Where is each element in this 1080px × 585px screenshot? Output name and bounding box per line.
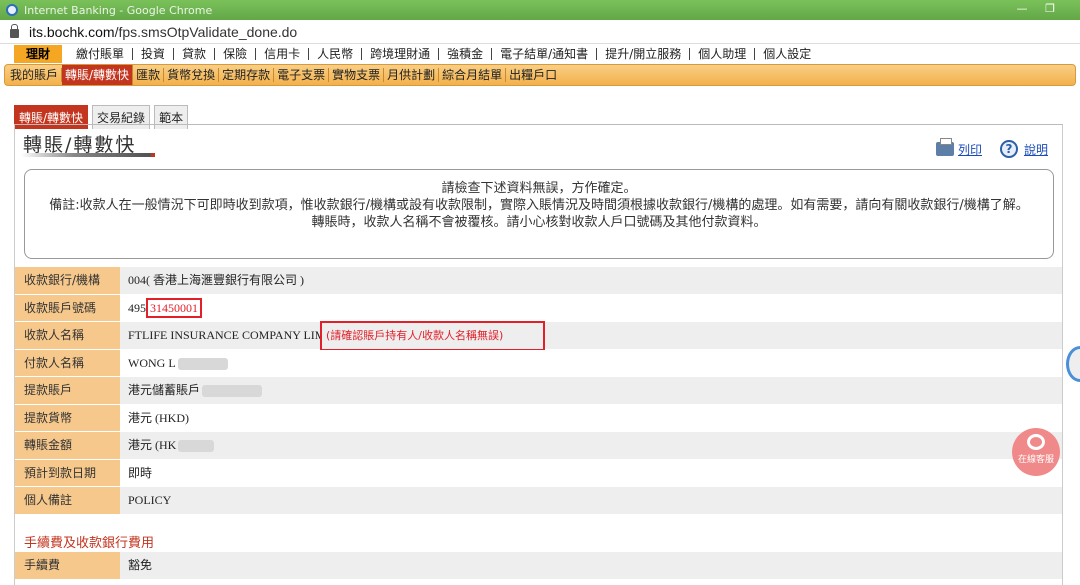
row-label: 提款貨幣 xyxy=(15,404,120,431)
main-menu-item[interactable]: 人民幣 xyxy=(308,48,361,60)
main-menu-item[interactable]: 電子結單/通知書 xyxy=(491,48,596,60)
row-value: POLICY xyxy=(120,487,1062,514)
row-label: 預計到款日期 xyxy=(15,459,120,486)
url-text[interactable]: its.bochk.com/fps.smsOtpValidate_done.do xyxy=(29,24,297,40)
row-label: 收款賬戶號碼 xyxy=(15,294,120,321)
table-row: 轉賬金額 港元 (HK xyxy=(15,432,1062,460)
restore-icon[interactable]: ❐ xyxy=(1042,2,1058,16)
table-row: 收款銀行/機構 004( 香港上海滙豐銀行有限公司 ) xyxy=(15,267,1062,295)
main-menu-item[interactable]: 貸款 xyxy=(173,48,214,60)
sub-menu-item[interactable]: 綜合月結單 xyxy=(439,68,507,82)
sub-menu-item[interactable]: 電子支票 xyxy=(274,68,330,82)
row-label: 收款人名稱 xyxy=(15,322,120,349)
fees-table: 手續費 豁免 xyxy=(15,552,1062,580)
table-row: 提款貨幣 港元 (HKD) xyxy=(15,404,1062,432)
redacted-block xyxy=(202,385,263,398)
floating-scroll-button[interactable] xyxy=(1066,346,1080,382)
sub-menu-item[interactable]: 月供計劃 xyxy=(384,68,440,82)
printer-icon[interactable] xyxy=(935,138,954,156)
table-row: 預計到款日期 即時 xyxy=(15,459,1062,487)
main-menu-item[interactable]: 信用卡 xyxy=(255,48,308,60)
row-value: WONG L xyxy=(120,349,1062,376)
sub-menu: 我的賬戶 轉賬/轉數快 匯款 貨幣兌換 定期存款 電子支票 實物支票 月供計劃 … xyxy=(4,64,1076,86)
row-label: 付款人名稱 xyxy=(15,349,120,376)
row-value: 港元 (HK xyxy=(120,432,1062,459)
row-value: 港元 (HKD) xyxy=(120,404,1062,431)
chrome-logo-icon xyxy=(6,4,18,16)
row-label: 個人備註 xyxy=(15,487,120,514)
help-link[interactable]: 說明 xyxy=(1024,141,1048,158)
row-value: 495 31450001 xyxy=(120,294,1062,321)
transfer-amount: 港元 (HK xyxy=(128,438,177,452)
main-menu-item[interactable]: 提升/開立服務 xyxy=(596,48,689,60)
table-row: 收款賬戶號碼 495 31450001 xyxy=(15,294,1062,322)
redacted-block xyxy=(178,440,215,453)
details-table: 收款銀行/機構 004( 香港上海滙豐銀行有限公司 ) 收款賬戶號碼 495 31… xyxy=(15,267,1062,515)
sub-menu-item[interactable]: 我的賬戶 xyxy=(7,68,63,82)
row-value: 004( 香港上海滙豐銀行有限公司 ) xyxy=(120,267,1062,294)
main-menu-item[interactable]: 個人設定 xyxy=(754,48,819,60)
notice-line: 請檢查下述資料無誤，方作確定。 xyxy=(441,181,637,196)
page-tools: 列印 ? 說明 xyxy=(935,138,1048,158)
title-underline xyxy=(21,153,155,157)
minimize-icon[interactable]: — xyxy=(1014,2,1030,16)
row-label: 轉賬金額 xyxy=(15,432,120,459)
sub-menu-item[interactable]: 匯款 xyxy=(133,68,165,82)
notice-box: 請檢查下述資料無誤，方作確定。 備註:收款人在一般情況下可即時收到款項，惟收款銀… xyxy=(24,169,1054,259)
lock-icon xyxy=(10,24,19,38)
row-label: 手續費 xyxy=(15,552,120,579)
row-value: 豁免 xyxy=(120,552,1062,579)
account-number-highlight: 31450001 xyxy=(146,297,202,318)
row-value: FTLIFE INSURANCE COMPANY LIMITED (請確認賬戶持… xyxy=(120,321,1062,351)
main-menu-item[interactable]: 強積金 xyxy=(438,48,491,60)
main-menu: 理財 繳付賬單 投資 貸款 保險 信用卡 人民幣 跨境理財通 強積金 電子結單/… xyxy=(0,44,1080,64)
row-value: 港元儲蓄賬戶 xyxy=(120,377,1062,404)
sub-menu-item[interactable]: 定期存款 xyxy=(219,68,275,82)
payer-name: WONG L xyxy=(128,355,176,370)
payee-warning: (請確認賬戶持有人/收款人名稱無誤) xyxy=(320,321,546,351)
main-content: 轉賬/轉數快 列印 ? 說明 請檢查下述資料無誤，方作確定。 備註:收款人在一般… xyxy=(14,124,1063,585)
help-icon[interactable]: ? xyxy=(999,140,1018,158)
account-prefix: 495 xyxy=(128,300,146,315)
table-row: 提款賬戶 港元儲蓄賬戶 xyxy=(15,377,1062,405)
chat-label: 在線客服 xyxy=(1017,455,1054,465)
notice-line: 轉賬時，收款人名稱不會被覆核。請小心核對收款人戶口號碼及其他付款資料。 xyxy=(311,215,767,230)
main-menu-item[interactable]: 繳付賬單 xyxy=(68,48,132,60)
table-row: 手續費 豁免 xyxy=(15,552,1062,580)
notice-line: 備註:收款人在一般情況下可即時收到款項，惟收款銀行/機構或設有收款限制，實際入賬… xyxy=(49,198,1029,213)
main-menu-item[interactable]: 理財 xyxy=(14,45,63,63)
sub-menu-item[interactable]: 轉賬/轉數快 xyxy=(62,65,134,85)
window-title: Internet Banking - Google Chrome xyxy=(24,3,213,17)
sub-menu-item[interactable]: 出糧戶口 xyxy=(506,68,560,82)
row-label: 收款銀行/機構 xyxy=(15,267,120,294)
fees-section-title: 手續費及收款銀行費用 xyxy=(24,536,155,551)
table-row: 付款人名稱 WONG L xyxy=(15,349,1062,377)
main-menu-item[interactable]: 投資 xyxy=(132,48,173,60)
main-menu-item[interactable]: 保險 xyxy=(214,48,255,60)
redacted-block xyxy=(177,357,228,370)
main-menu-item[interactable]: 個人助理 xyxy=(689,48,754,60)
main-menu-item[interactable]: 跨境理財通 xyxy=(361,48,438,60)
browser-title-bar: Internet Banking - Google Chrome — ❐ xyxy=(0,0,1080,20)
sub-menu-item[interactable]: 實物支票 xyxy=(329,68,385,82)
row-label: 提款賬戶 xyxy=(15,377,120,404)
table-row: 收款人名稱 FTLIFE INSURANCE COMPANY LIMITED (… xyxy=(15,321,1062,351)
row-value: 即時 xyxy=(120,459,1062,486)
address-bar[interactable]: its.bochk.com/fps.smsOtpValidate_done.do xyxy=(0,20,1080,44)
table-row: 個人備註 POLICY xyxy=(15,487,1062,515)
print-link[interactable]: 列印 xyxy=(958,141,982,158)
from-account: 港元儲蓄賬戶 xyxy=(128,383,201,397)
chat-icon xyxy=(1027,434,1045,450)
live-chat-button[interactable]: 在線客服 xyxy=(1012,428,1060,476)
sub-menu-item[interactable]: 貨幣兌換 xyxy=(164,68,220,82)
